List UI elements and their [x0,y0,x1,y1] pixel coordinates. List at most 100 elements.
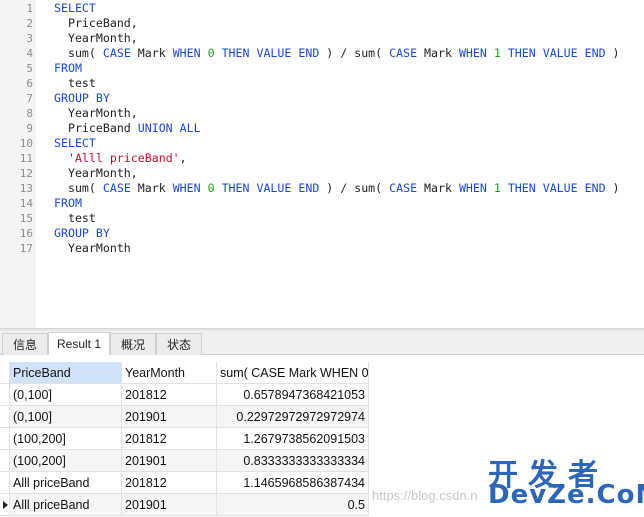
sql-editor[interactable]: 1 2 3 4 5 6 7 8 9 10 11 12 13 14 15 16 17 SELECT PriceBa… [0,0,644,328]
code-token: CASE [102,46,131,60]
code-token: 0 [207,46,215,60]
table-cell[interactable]: Alll priceBand [10,472,122,494]
table-cell[interactable]: 1.2679738562091503 [217,428,369,450]
code-token: PriceBand, [54,16,138,30]
code-token: 1 [493,181,501,195]
row-selector[interactable] [0,494,10,516]
row-selector[interactable] [0,406,10,428]
table-row[interactable]: Alll priceBand 201812 1.1465968586387434 [0,472,369,494]
code-token: ) / sum( [319,181,390,195]
table-row[interactable]: Alll priceBand 201901 0.5 [0,494,369,516]
line-number: 10 [19,137,33,150]
code-token: GROUP BY [54,226,110,240]
table-cell[interactable]: 0.8333333333333334 [217,450,369,472]
table-cell[interactable]: 201812 [122,428,217,450]
tab-status[interactable]: 状态 [156,333,202,355]
code-line: FROM [54,61,82,76]
code-token: WHEN [458,181,487,195]
table-cell[interactable]: 201901 [122,450,217,472]
row-selector[interactable] [0,384,10,406]
line-number: 15 [19,212,33,225]
line-number: 3 [26,32,33,45]
code-token: 1 [493,46,501,60]
watermark-logo-en: DevZe.CoM [488,480,644,510]
line-number: 6 [26,77,33,90]
table-row[interactable]: (100,200] 201901 0.8333333333333334 [0,450,369,472]
tab-profile[interactable]: 概况 [110,333,156,355]
code-token: END [298,181,320,195]
code-line: sum( CASE Mark WHEN 0 THEN VALUE END ) /… [54,46,620,61]
code-token: THEN [221,46,250,60]
code-token: VALUE [256,181,292,195]
current-row-indicator-icon [3,501,8,509]
code-token: , [179,151,187,165]
code-token: YearMonth, [54,106,138,120]
code-token: ) [605,181,620,195]
result-tabbar: 信息 Result 1 概况 状态 [0,331,644,355]
table-row[interactable]: (0,100] 201812 0.6578947368421053 [0,384,369,406]
row-selector[interactable] [0,450,10,472]
table-cell[interactable]: 0.6578947368421053 [217,384,369,406]
table-cell[interactable]: 201812 [122,472,217,494]
column-header-ratio[interactable]: sum( CASE Mark WHEN 0 [217,362,369,384]
column-header-priceband[interactable]: PriceBand [10,362,122,384]
code-token: YearMonth, [54,166,138,180]
table-cell[interactable]: 201901 [122,406,217,428]
table-cell[interactable]: 201901 [122,494,217,516]
tab-info[interactable]: 信息 [2,333,48,355]
row-selector[interactable] [0,472,10,494]
table-cell[interactable]: (100,200] [10,428,122,450]
code-token: ) / sum( [319,46,390,60]
row-selector[interactable] [0,428,10,450]
code-token: VALUE [256,46,292,60]
tab-result-1[interactable]: Result 1 [48,332,110,355]
table-cell[interactable]: (0,100] [10,406,122,428]
code-line: SELECT [54,1,96,16]
table-cell[interactable]: 201812 [122,384,217,406]
code-token: YearMonth, [54,31,138,45]
code-token: FROM [54,61,82,75]
column-header-yearmonth[interactable]: YearMonth [122,362,217,384]
code-token: THEN [507,46,536,60]
line-number: 2 [26,17,33,30]
line-number: 4 [26,47,33,60]
code-token: CASE [389,46,418,60]
code-token: UNION ALL [137,121,201,135]
table-cell[interactable]: 0.5 [217,494,369,516]
table-row[interactable]: (0,100] 201901 0.22972972972972974 [0,406,369,428]
table-row[interactable]: (100,200] 201812 1.2679738562091503 [0,428,369,450]
code-line: test [54,211,96,226]
code-token: END [584,46,606,60]
table-cell[interactable]: 1.1465968586387434 [217,472,369,494]
code-line: PriceBand, [54,16,138,31]
code-token: END [298,46,320,60]
code-token: test [54,211,96,225]
code-token: GROUP BY [54,91,110,105]
code-line: YearMonth, [54,166,138,181]
line-number: 8 [26,107,33,120]
line-number: 7 [26,92,33,105]
line-number: 1 [26,2,33,15]
line-number: 11 [19,152,33,165]
line-number: 9 [26,122,33,135]
code-token: CASE [102,181,131,195]
table-cell[interactable]: Alll priceBand [10,494,122,516]
code-token: PriceBand [54,121,138,135]
code-token: THEN [221,181,250,195]
table-cell[interactable]: (100,200] [10,450,122,472]
code-line: GROUP BY [54,91,110,106]
table-cell[interactable]: 0.22972972972972974 [217,406,369,428]
code-token: 'Alll priceBand' [67,151,180,165]
table-cell[interactable]: (0,100] [10,384,122,406]
code-token: SELECT [54,136,96,150]
code-line: test [54,76,96,91]
